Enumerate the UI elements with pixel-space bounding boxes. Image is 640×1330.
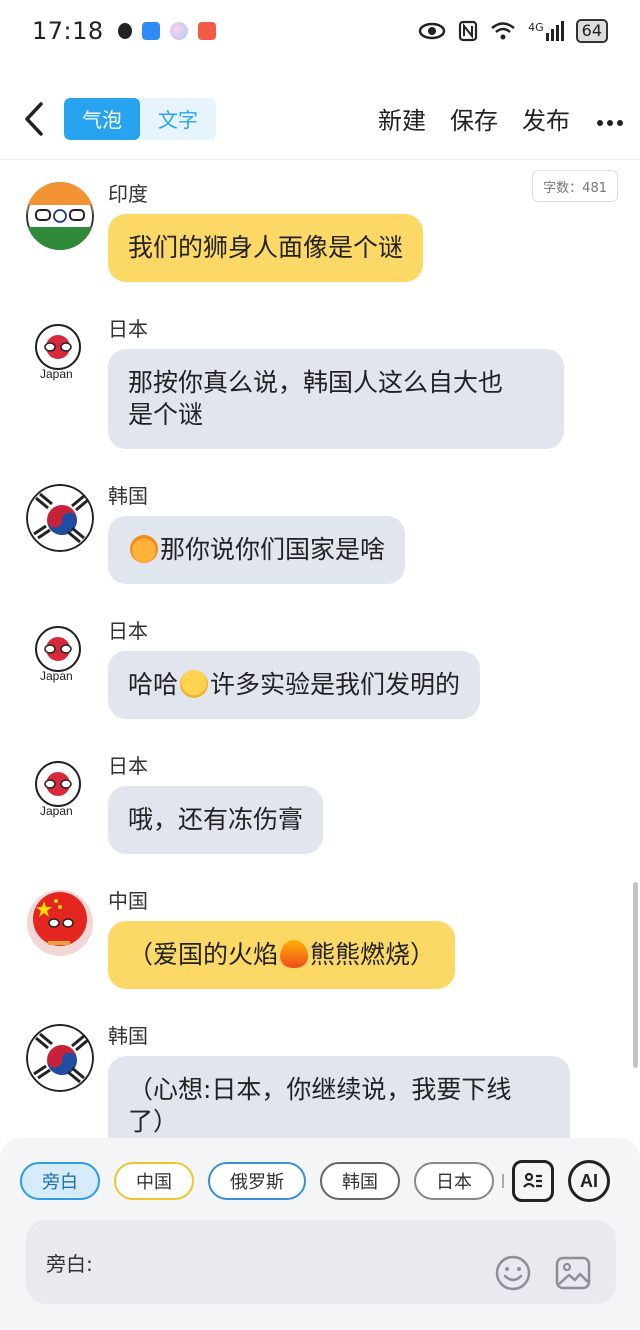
nfc-icon — [459, 20, 478, 42]
avatar-japan[interactable]: Japan — [26, 317, 94, 385]
ai-button[interactable]: AI — [568, 1160, 610, 1202]
char-count-badge: 字数：481 — [532, 170, 618, 202]
message-text: 熊熊燃烧） — [310, 940, 436, 969]
avatar-korea[interactable] — [26, 1024, 94, 1092]
status-indicators: 4G 64 — [418, 19, 608, 43]
status-time: 17:18 — [32, 17, 104, 45]
speaker-chip-korea[interactable]: 韩国 — [320, 1162, 400, 1200]
wifi-icon — [491, 22, 515, 40]
avatar-caption: Japan — [40, 804, 73, 818]
message-text: 哦，还有冻伤膏 — [128, 805, 304, 834]
sender-name: 日本 — [108, 317, 148, 341]
message-text: 那你说你们国家是啥 — [160, 535, 386, 564]
message-item[interactable]: 韩国 （心想:日本，你继续说，我要下线 了） — [0, 1004, 640, 1138]
ball-app-icon — [169, 22, 188, 40]
speaker-chip-japan[interactable]: 日本 — [414, 1162, 494, 1200]
image-button[interactable] — [554, 1254, 592, 1292]
avatar-japan[interactable]: Japan — [26, 619, 94, 687]
avatar-india[interactable] — [26, 182, 94, 250]
message-bubble[interactable]: 哈哈 许多实验是我们发明的 — [108, 651, 481, 719]
sender-name: 韩国 — [108, 484, 148, 508]
status-bar: 17:18 4G 64 — [0, 0, 640, 62]
sender-name: 印度 — [108, 182, 148, 206]
message-bubble[interactable]: 哦，还有冻伤膏 — [108, 786, 324, 854]
bottom-panel: 旁白 中国 俄罗斯 韩国 日本 AI 旁白: — [0, 1138, 640, 1330]
message-item[interactable]: Japan 日本 哦，还有冻伤膏 — [0, 734, 640, 869]
avatar-korea[interactable] — [26, 484, 94, 552]
message-bubble[interactable]: 我们的狮身人面像是个谜 — [108, 214, 424, 282]
speaker-chip-china[interactable]: 中国 — [114, 1162, 194, 1200]
avatar-caption: Japan — [40, 669, 73, 683]
message-bubble[interactable]: （爱国的火焰 熊熊燃烧） — [108, 921, 456, 989]
india-flag-icon — [26, 182, 94, 250]
chat-scrollbar[interactable] — [633, 882, 638, 1068]
message-input[interactable] — [100, 1240, 480, 1284]
message-item[interactable]: Japan 日本 哈哈 许多实验是我们发明的 — [0, 599, 640, 734]
contact-card-icon — [523, 1172, 542, 1188]
china-ball-icon — [27, 890, 93, 956]
message-text: （爱国的火焰 — [128, 940, 279, 969]
save-button[interactable]: 保存 — [450, 101, 498, 136]
fire-icon — [280, 940, 309, 968]
message-item[interactable]: Japan 日本 那按你真么说，韩国人这么自大也 是个谜 — [0, 297, 640, 464]
grinning-face-icon — [180, 670, 209, 698]
signal-indicator: 4G — [528, 21, 564, 41]
mode-bubble-tab[interactable]: 气泡 — [64, 97, 140, 140]
message-text-line: 那按你真么说，韩国人这么自大也 — [128, 368, 504, 397]
avatar-china[interactable] — [26, 889, 94, 957]
chat-list[interactable]: 印度 我们的狮身人面像是个谜 Japan 日本 那按你真么说，韩国人这么自大也 … — [0, 162, 640, 1138]
more-dots-icon — [597, 119, 623, 126]
status-app-icons — [117, 22, 216, 40]
sender-name: 日本 — [108, 754, 148, 778]
mode-text-tab[interactable]: 文字 — [140, 97, 216, 140]
emoji-button[interactable] — [494, 1254, 532, 1292]
input-box: 旁白: — [26, 1220, 616, 1304]
message-item[interactable]: 中国 （爱国的火焰 熊熊燃烧） — [0, 869, 640, 1004]
avatar-japan[interactable]: Japan — [26, 754, 94, 822]
message-bubble[interactable]: 那按你真么说，韩国人这么自大也 是个谜 — [108, 349, 564, 449]
sender-name: 韩国 — [108, 1024, 148, 1048]
message-bubble[interactable]: 那你说你们国家是啥 — [108, 516, 406, 584]
message-text: 哈哈 — [128, 670, 179, 699]
network-type: 4G — [528, 21, 544, 34]
more-options-button[interactable] — [594, 104, 624, 134]
speaker-chip-russia[interactable]: 俄罗斯 — [208, 1162, 306, 1200]
back-button[interactable] — [16, 97, 52, 141]
message-bubble[interactable]: （心想:日本，你继续说，我要下线 了） — [108, 1056, 570, 1138]
angry-face-icon — [130, 535, 158, 563]
message-text-line: 是个谜 — [128, 400, 204, 429]
chevron-left-icon — [25, 101, 43, 136]
speaker-chip-narrator[interactable]: 旁白 — [20, 1162, 100, 1200]
eye-icon — [418, 22, 446, 40]
korea-ball-icon — [26, 484, 94, 552]
cloud-app-icon — [141, 22, 160, 40]
sender-name: 日本 — [108, 619, 148, 643]
card-app-icon — [197, 22, 216, 40]
input-speaker-prefix: 旁白: — [46, 1252, 93, 1276]
top-actions: 新建 保存 发布 — [378, 101, 624, 136]
character-card-button[interactable] — [512, 1160, 554, 1202]
message-text: 我们的狮身人面像是个谜 — [128, 233, 404, 262]
message-item[interactable]: 韩国 那你说你们国家是啥 — [0, 464, 640, 599]
message-text-line: 了） — [128, 1107, 179, 1136]
speaker-chip-row: 旁白 中国 俄罗斯 韩国 日本 — [20, 1162, 504, 1200]
avatar-caption: Japan — [40, 367, 73, 381]
message-text-line: （心想:日本，你继续说，我要下线 — [128, 1075, 512, 1104]
sender-name: 中国 — [108, 889, 148, 913]
mode-toggle: 气泡 文字 — [64, 97, 216, 140]
image-icon — [555, 1256, 591, 1290]
new-button[interactable]: 新建 — [378, 101, 426, 136]
battery-indicator: 64 — [575, 19, 608, 43]
message-text: 许多实验是我们发明的 — [210, 670, 461, 699]
smiley-icon — [495, 1255, 531, 1291]
top-bar: 气泡 文字 新建 保存 发布 — [0, 78, 640, 160]
publish-button[interactable]: 发布 — [522, 101, 570, 136]
korea-ball-icon — [26, 1024, 94, 1092]
chip-divider — [502, 1174, 504, 1188]
qq-icon — [117, 23, 132, 39]
